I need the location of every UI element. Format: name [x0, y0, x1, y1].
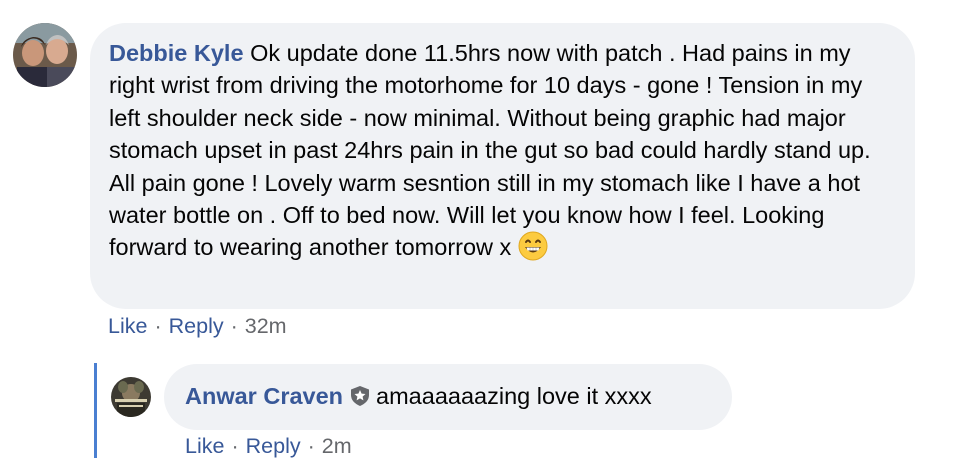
separator: · [231, 434, 239, 458]
reply-avatar[interactable] [111, 377, 151, 417]
separator: · [154, 314, 162, 338]
timestamp[interactable]: 2m [322, 434, 352, 458]
separator: · [230, 314, 238, 338]
comment-bubble: Debbie Kyle Ok update done 11.5hrs now w… [90, 23, 915, 309]
like-button[interactable]: Like [108, 314, 147, 338]
avatar[interactable] [13, 23, 77, 87]
timestamp[interactable]: 32m [245, 314, 287, 338]
reply-button[interactable]: Reply [169, 314, 224, 338]
separator: · [307, 434, 315, 458]
comment-actions: Like · Reply · 32m [108, 314, 287, 339]
reply-author-link[interactable]: Anwar Craven [185, 383, 343, 409]
like-button[interactable]: Like [185, 434, 224, 458]
comment-thread: Debbie Kyle Ok update done 11.5hrs now w… [0, 0, 972, 458]
reply-actions: Like · Reply · 2m [185, 434, 352, 458]
shield-badge-icon [349, 383, 371, 406]
reply-text: amaaaaaazing love it xxxx [376, 383, 652, 409]
comment-text: Ok update done 11.5hrs now with patch . … [109, 40, 871, 261]
reply-button[interactable]: Reply [246, 434, 301, 458]
grinning-face-emoji-icon [518, 231, 548, 261]
reply-bubble: Anwar Craven amaaaaaazing love it xxxx [164, 364, 732, 430]
comment-author-link[interactable]: Debbie Kyle [109, 40, 244, 66]
thread-line [94, 363, 97, 458]
